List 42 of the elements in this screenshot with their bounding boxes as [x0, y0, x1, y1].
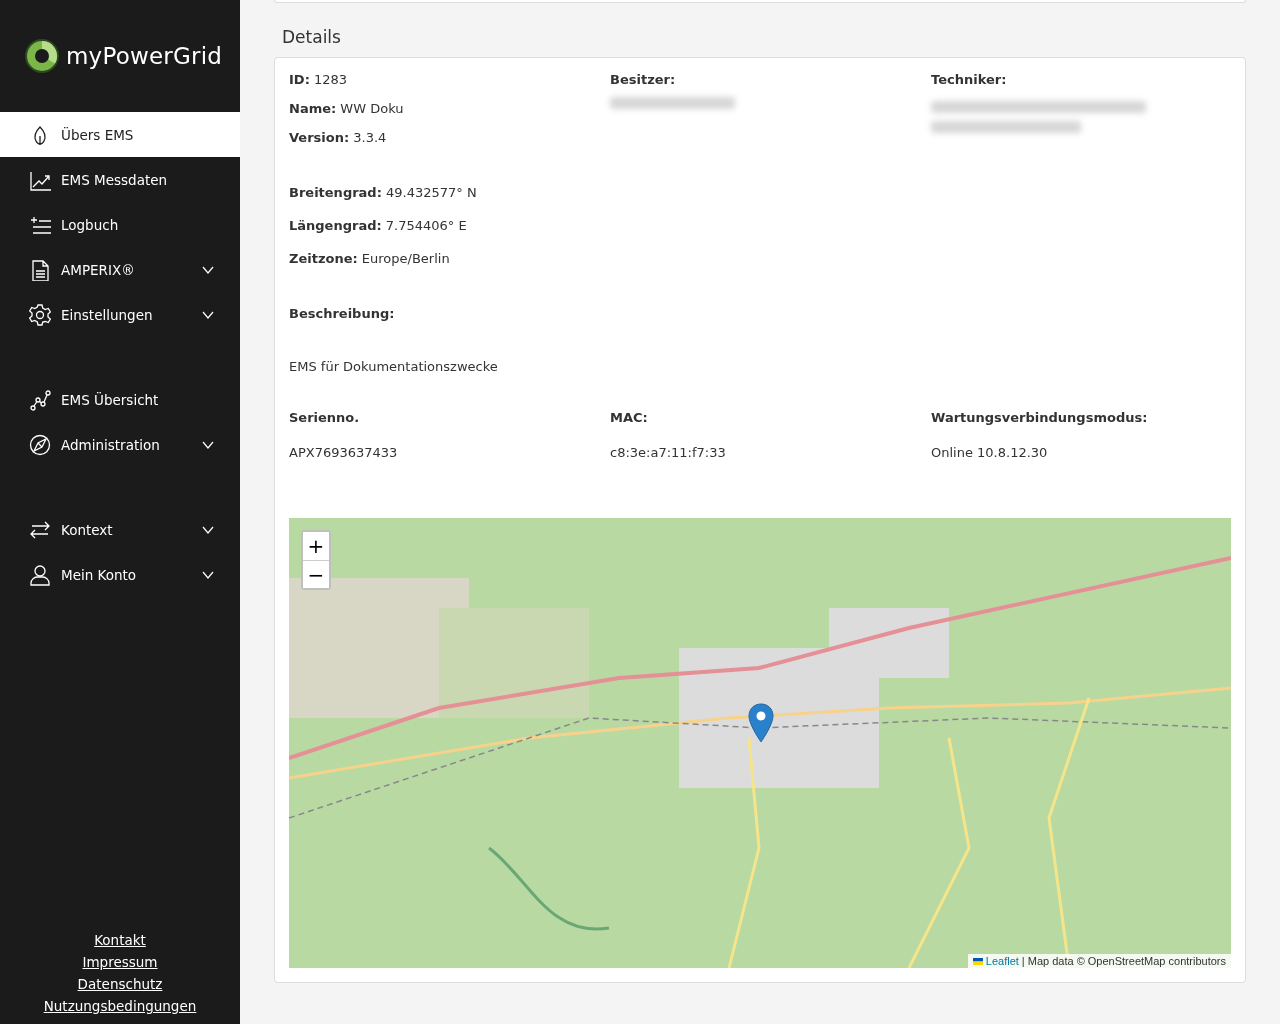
field-label: Beschreibung:	[289, 306, 396, 321]
detail-field: Version: 3.3.4	[289, 130, 610, 145]
user-icon	[29, 563, 51, 586]
detail-field: Zeitzone: Europe/Berlin	[289, 251, 1231, 266]
footer-link[interactable]: Kontakt	[94, 932, 146, 948]
detail-field: Längengrad: 7.754406° E	[289, 218, 1231, 233]
logo-icon	[24, 38, 60, 74]
nav-item[interactable]: Einstellungen	[0, 292, 240, 337]
field-label: MAC:	[610, 410, 649, 425]
field-label: Techniker:	[931, 72, 1008, 87]
gear-icon	[29, 303, 51, 326]
nav-item[interactable]: Logbuch	[0, 202, 240, 247]
field-value: Online 10.8.12.30	[931, 445, 1049, 460]
attribution-text: | Map data © OpenStreetMap contributors	[1021, 955, 1226, 967]
leaflet-link[interactable]: Leaflet	[985, 955, 1019, 967]
brand-name: myPowerGrid	[66, 43, 223, 69]
map-marker-icon[interactable]	[748, 703, 774, 743]
document-icon	[29, 258, 51, 281]
nav-item[interactable]: EMS Messdaten	[0, 157, 240, 202]
zoom-out-button[interactable]: −	[303, 560, 329, 588]
field-label: Besitzer:	[610, 72, 677, 87]
detail-field: Name: WW Doku	[289, 101, 610, 116]
field-label: Serienno.	[289, 410, 361, 425]
nav-item[interactable]: Mein Konto	[0, 552, 240, 597]
field-label: Wartungsverbindungsmodus:	[931, 410, 1149, 425]
footer-link[interactable]: Impressum	[82, 954, 158, 970]
field-value: APX7693637433	[289, 445, 399, 460]
nav-item[interactable]: Kontext	[0, 507, 240, 552]
field-value: c8:3e:a7:11:f7:33	[610, 445, 727, 460]
detail-field: ID: 1283	[289, 72, 610, 87]
nav-item[interactable]: AMPERIX®	[0, 247, 240, 292]
nav-item[interactable]: Übers EMS	[0, 112, 240, 157]
nodes-icon	[29, 388, 51, 411]
section-title: Details	[282, 27, 342, 47]
flag-icon	[972, 957, 983, 965]
compass-icon	[29, 433, 51, 456]
nav-item[interactable]: Administration	[0, 422, 240, 467]
footer-link[interactable]: Datenschutz	[77, 976, 163, 992]
detail-field: Breitengrad: 49.432577° N	[289, 185, 1231, 200]
description-text: EMS für Dokumentationszwecke	[289, 359, 499, 374]
footer-link[interactable]: Nutzungsbedingungen	[43, 998, 197, 1014]
nav-item[interactable]: EMS Übersicht	[0, 377, 240, 422]
